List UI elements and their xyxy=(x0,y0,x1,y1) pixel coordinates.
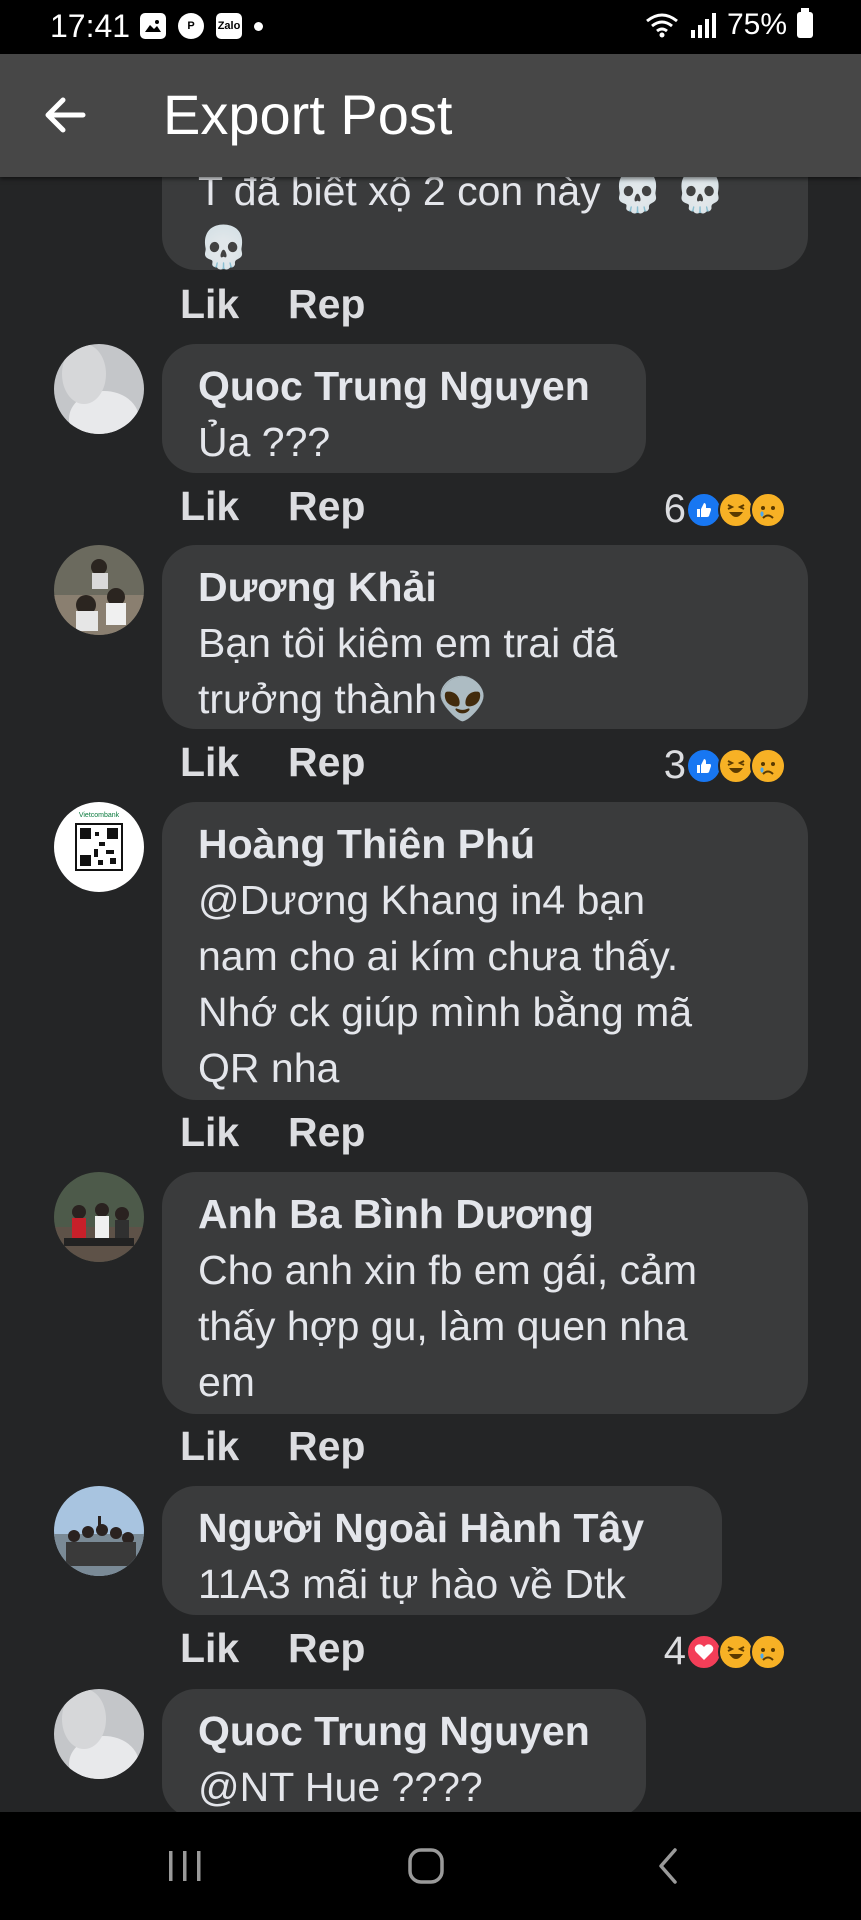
recent-apps-button[interactable] xyxy=(155,1840,215,1892)
comment-text: T đã biết xộ 2 con này xyxy=(198,177,601,214)
system-navigation-bar xyxy=(0,1812,861,1920)
comment-author[interactable]: Hoàng Thiên Phú xyxy=(198,816,772,872)
back-button[interactable] xyxy=(34,84,96,146)
comment-bubble: Quoc Trung Nguyen Ủa ??? xyxy=(162,344,646,473)
reply-button[interactable]: Rep xyxy=(288,1625,365,1672)
like-button[interactable]: Lik xyxy=(180,483,239,530)
reply-button[interactable]: Rep xyxy=(288,483,365,530)
app-bar: Export Post xyxy=(0,54,861,177)
comment-actions: Lik Rep 3 xyxy=(180,739,800,795)
comment-actions: Lik Rep 6 xyxy=(180,483,800,539)
haha-reaction-icon xyxy=(718,491,754,528)
sad-reaction-icon xyxy=(750,747,786,784)
skull-emoji-icon: 💀 xyxy=(674,177,726,214)
comment-bubble: Người Ngoài Hành Tây 11A3 mãi tự hào về … xyxy=(162,1486,722,1615)
avatar[interactable] xyxy=(54,344,144,434)
comment-text: Bạn tôi kiêm em trai đã xyxy=(198,620,618,666)
comment-text: Cho anh xin fb em gái, cảm xyxy=(198,1247,698,1293)
comment-author[interactable]: Dương Khải xyxy=(198,559,772,615)
comment-text: @Dương Khang in4 bạn xyxy=(198,877,646,923)
avatar[interactable] xyxy=(54,1172,144,1262)
comment-bubble: Dương Khải Bạn tôi kiêm em trai đã trưởn… xyxy=(162,545,808,729)
home-icon xyxy=(408,1848,444,1884)
haha-reaction-icon xyxy=(718,747,754,784)
like-button[interactable]: Lik xyxy=(180,1423,239,1470)
comment-text: QR nha xyxy=(198,1045,340,1091)
comment-author[interactable]: Người Ngoài Hành Tây xyxy=(198,1500,686,1556)
comment-actions: Lik Rep 4 xyxy=(180,1625,800,1681)
battery-percent: 75% xyxy=(726,8,787,41)
reply-button[interactable]: Rep xyxy=(288,281,365,328)
avatar[interactable] xyxy=(54,1689,144,1779)
pinterest-icon: P xyxy=(178,13,204,39)
signal-icon xyxy=(690,13,716,38)
like-reaction-icon xyxy=(686,491,722,528)
status-time: 17:41 xyxy=(50,8,131,44)
haha-reaction-icon xyxy=(718,1633,754,1670)
alien-emoji-icon: 👽 xyxy=(436,676,489,722)
nav-back-button[interactable] xyxy=(638,1840,698,1892)
reply-button[interactable]: Rep xyxy=(288,739,365,786)
reaction-summary[interactable]: 6 xyxy=(664,487,786,532)
comment-actions: Lik Rep xyxy=(180,1109,800,1165)
vietcombank-label: Vietcombank xyxy=(79,812,120,819)
status-right: 75% xyxy=(645,8,813,42)
image-icon xyxy=(140,13,166,39)
home-button[interactable] xyxy=(396,1840,456,1892)
chevron-left-icon xyxy=(659,1848,677,1884)
avatar[interactable] xyxy=(54,545,144,635)
wifi-icon xyxy=(646,13,678,38)
comments-list[interactable]: T đã biết xộ 2 con này 💀 💀 💀 Lik Rep Quo… xyxy=(0,177,861,1812)
sad-reaction-icon xyxy=(750,1633,786,1670)
recent-apps-icon xyxy=(169,1851,201,1881)
comment-actions: Lik Rep xyxy=(180,281,800,337)
comment-text: trưởng thành xyxy=(198,676,437,722)
like-button[interactable]: Lik xyxy=(180,1109,239,1156)
reaction-count: 4 xyxy=(663,1629,686,1673)
skull-emoji-icon: 💀 xyxy=(612,177,664,214)
reaction-count: 3 xyxy=(663,743,686,787)
comment-actions: Lik Rep xyxy=(180,1423,800,1479)
battery-icon xyxy=(797,8,813,38)
reply-button[interactable]: Rep xyxy=(288,1423,365,1470)
arrow-left-icon xyxy=(45,97,86,133)
status-bar: 17:41 P Zalo 75% xyxy=(0,0,861,54)
more-notifications-dot xyxy=(254,21,263,31)
sad-reaction-icon xyxy=(750,491,786,528)
comment-text: 11A3 mãi tự hào về Dtk xyxy=(198,1561,626,1607)
comment-text: Nhớ ck giúp mình bằng mã xyxy=(198,989,693,1035)
reaction-summary[interactable]: 3 xyxy=(664,743,786,788)
reaction-summary[interactable]: 4 xyxy=(664,1629,786,1674)
comment-author[interactable]: Quoc Trung Nguyen xyxy=(198,358,610,414)
notification-icons: P Zalo xyxy=(140,13,263,39)
comment-text: thấy hợp gu, làm quen nha xyxy=(198,1303,688,1349)
comment-text: @NT Hue ???? xyxy=(198,1764,483,1810)
avatar[interactable]: Vietcombank xyxy=(54,802,144,892)
reaction-count: 6 xyxy=(663,487,686,531)
comment-text: Ủa ??? xyxy=(198,419,331,465)
comment-bubble: Quoc Trung Nguyen @NT Hue ???? xyxy=(162,1689,646,1812)
comment-bubble-partial: T đã biết xộ 2 con này 💀 💀 💀 xyxy=(162,177,808,270)
comment-text: em xyxy=(198,1359,255,1405)
comment-bubble: Anh Ba Bình Dương Cho anh xin fb em gái,… xyxy=(162,1172,808,1414)
like-button[interactable]: Lik xyxy=(180,739,239,786)
like-button[interactable]: Lik xyxy=(180,281,239,328)
comment-author[interactable]: Anh Ba Bình Dương xyxy=(198,1186,772,1242)
comment-bubble: Hoàng Thiên Phú @Dương Khang in4 bạn nam… xyxy=(162,802,808,1100)
page-title: Export Post xyxy=(163,83,453,146)
zalo-icon: Zalo xyxy=(216,13,242,39)
like-reaction-icon xyxy=(686,747,722,784)
comment-author[interactable]: Quoc Trung Nguyen xyxy=(198,1703,610,1759)
like-button[interactable]: Lik xyxy=(180,1625,239,1672)
comment-text: nam cho ai kím chưa thấy. xyxy=(198,933,679,979)
avatar[interactable] xyxy=(54,1486,144,1576)
love-reaction-icon xyxy=(686,1633,722,1670)
reply-button[interactable]: Rep xyxy=(288,1109,365,1156)
skull-emoji-icon: 💀 xyxy=(198,224,250,270)
